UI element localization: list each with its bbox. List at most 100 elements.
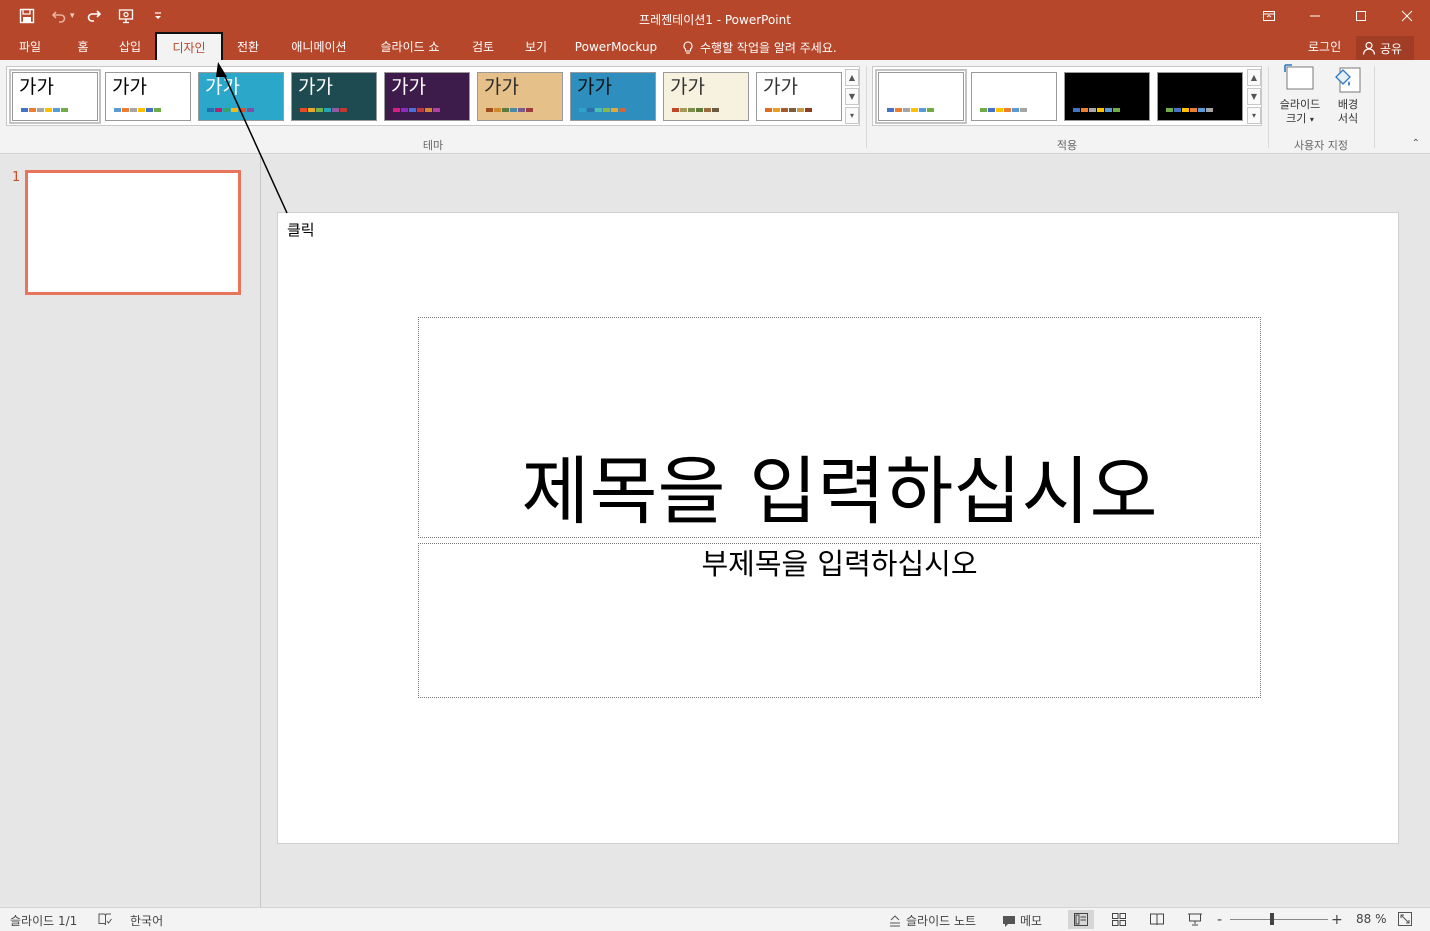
spelling-check-button[interactable] <box>98 912 112 926</box>
zoom-slider[interactable] <box>1230 919 1328 920</box>
color-swatch <box>672 108 679 112</box>
tab-design[interactable]: 디자인 <box>155 32 223 60</box>
theme-thumbnail[interactable]: 가가 <box>291 72 377 121</box>
theme-thumbnail[interactable]: 가가 <box>663 72 749 121</box>
share-button[interactable]: 공유 <box>1356 36 1414 60</box>
variant-thumbnail[interactable] <box>971 72 1057 121</box>
tab-transitions[interactable]: 전환 <box>228 36 268 60</box>
color-swatch <box>433 108 440 112</box>
color-swatch <box>911 108 918 112</box>
color-swatch <box>1097 108 1104 112</box>
group-label-themes: 테마 <box>422 139 444 152</box>
gallery-scroll-up[interactable]: ▲ <box>845 69 859 86</box>
language-indicator[interactable]: 한국어 <box>130 912 163 929</box>
tab-home[interactable]: 홈 <box>66 36 100 60</box>
theme-gallery: ▲ ▼ ▾ 가가 가가 가가 가가 가가 가가 가가 가가 가가 <box>6 66 860 126</box>
zoom-slider-thumb[interactable] <box>1270 913 1274 925</box>
fit-to-window-button[interactable] <box>1398 912 1412 926</box>
slide-thumbnail-pane: 1 <box>0 154 261 907</box>
tab-insert[interactable]: 삽입 <box>110 36 150 60</box>
ribbon-display-icon <box>1263 11 1275 21</box>
reading-view-button[interactable] <box>1144 910 1170 929</box>
tab-slideshow[interactable]: 슬라이드 쇼 <box>370 36 450 60</box>
collapse-ribbon-button[interactable]: ⌃ <box>1412 138 1420 149</box>
comment-icon <box>1003 915 1015 927</box>
color-swatch <box>1206 108 1213 112</box>
share-label: 공유 <box>1380 41 1403 56</box>
comments-button[interactable]: 메모 <box>1002 912 1042 929</box>
tell-me-box[interactable]: 수행할 작업을 알려 주세요. <box>682 36 837 60</box>
color-swatch <box>712 108 719 112</box>
variant-scroll-down[interactable]: ▼ <box>1247 88 1261 105</box>
theme-thumbnail[interactable]: 가가 <box>9 69 101 124</box>
variant-color-swatches <box>887 108 934 112</box>
theme-thumbnail[interactable]: 가가 <box>570 72 656 121</box>
theme-thumbnail[interactable]: 가가 <box>384 72 470 121</box>
theme-thumbnail-text: 가가 <box>484 76 519 98</box>
zoom-in-button[interactable]: + <box>1331 912 1343 928</box>
login-link[interactable]: 로그인 <box>1308 36 1341 59</box>
theme-color-swatches <box>672 108 719 112</box>
tab-animations[interactable]: 애니메이션 <box>282 36 356 60</box>
slide-sorter-icon <box>1112 913 1126 926</box>
maximize-button[interactable] <box>1338 0 1384 32</box>
normal-view-button[interactable] <box>1068 910 1094 929</box>
slideshow-view-button[interactable] <box>1182 910 1208 929</box>
color-swatch <box>340 108 347 112</box>
status-bar: 슬라이드 1/1 한국어 슬라이드 노트 메모 - + 88 % <box>0 907 1430 931</box>
theme-thumbnail[interactable]: 가가 <box>198 72 284 121</box>
color-swatch <box>223 108 230 112</box>
gallery-more[interactable]: ▾ <box>845 107 859 124</box>
ribbon-tabs: 파일 홈 삽입 디자인 전환 애니메이션 슬라이드 쇼 검토 보기 PowerM… <box>0 32 1430 60</box>
color-swatch <box>130 108 137 112</box>
theme-thumbnail[interactable]: 가가 <box>477 72 563 121</box>
color-swatch <box>611 108 618 112</box>
variant-thumbnail[interactable] <box>875 69 967 124</box>
color-swatch <box>308 108 315 112</box>
variant-thumbnail[interactable] <box>1064 72 1150 121</box>
variant-color-swatches <box>980 108 1027 112</box>
tab-file[interactable]: 파일 <box>10 36 50 60</box>
zoom-level[interactable]: 88 % <box>1356 912 1387 926</box>
notes-button[interactable]: 슬라이드 노트 <box>888 912 976 929</box>
variant-more[interactable]: ▾ <box>1247 107 1261 124</box>
zoom-out-button[interactable]: - <box>1217 912 1222 928</box>
variant-color-swatches <box>1073 108 1120 112</box>
tab-view[interactable]: 보기 <box>516 36 556 60</box>
tab-review[interactable]: 검토 <box>464 36 502 60</box>
theme-thumbnail-text: 가가 <box>205 76 240 98</box>
color-swatch <box>903 108 910 112</box>
title-placeholder-text: 제목을 입력하십시오 <box>521 449 1158 535</box>
group-separator <box>1374 66 1375 148</box>
color-swatch <box>417 108 424 112</box>
slide-sorter-view-button[interactable] <box>1106 910 1132 929</box>
group-separator <box>1268 66 1269 148</box>
color-swatch <box>1182 108 1189 112</box>
subtitle-placeholder-text: 부제목을 입력하십시오 <box>701 547 978 581</box>
color-swatch <box>37 108 44 112</box>
gallery-scroll-down[interactable]: ▼ <box>845 88 859 105</box>
theme-thumbnail[interactable]: 가가 <box>105 72 191 121</box>
slide-canvas[interactable]: 제목을 입력하십시오 부제목을 입력하십시오 <box>277 212 1399 844</box>
ribbon-display-options-button[interactable] <box>1246 0 1292 32</box>
color-swatch <box>510 108 517 112</box>
variant-scroll-up[interactable]: ▲ <box>1247 69 1261 86</box>
theme-thumbnail-text: 가가 <box>298 76 333 98</box>
plus-icon: + <box>1331 912 1343 928</box>
slide-size-button[interactable]: 슬라이드 크기 ▾ <box>1274 64 1326 127</box>
color-swatch <box>680 108 687 112</box>
slide-number: 1 <box>12 170 21 185</box>
color-swatch <box>401 108 408 112</box>
subtitle-placeholder[interactable]: 부제목을 입력하십시오 <box>418 543 1261 698</box>
color-swatch <box>239 108 246 112</box>
theme-thumbnail[interactable]: 가가 <box>756 72 842 121</box>
tab-powermockup[interactable]: PowerMockup <box>570 36 662 60</box>
slide-thumbnail[interactable] <box>25 170 241 295</box>
close-button[interactable] <box>1384 0 1430 32</box>
variant-thumbnail[interactable] <box>1157 72 1243 121</box>
minimize-button[interactable] <box>1292 0 1338 32</box>
format-background-button[interactable]: 배경 서식 <box>1328 64 1368 126</box>
title-placeholder[interactable]: 제목을 입력하십시오 <box>418 317 1261 538</box>
theme-color-swatches <box>393 108 440 112</box>
color-swatch <box>393 108 400 112</box>
